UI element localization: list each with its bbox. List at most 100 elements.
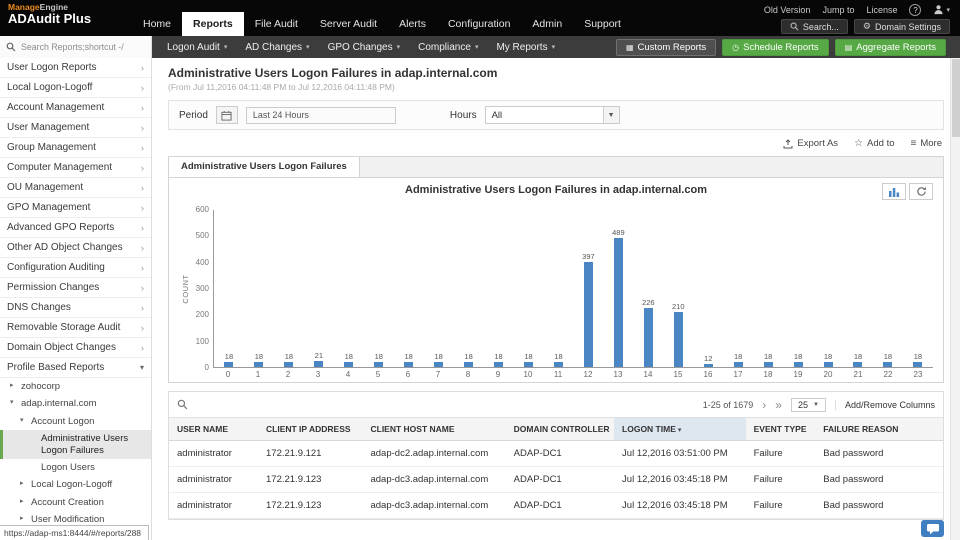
nav-alerts[interactable]: Alerts xyxy=(388,12,437,36)
bar-hour-10[interactable]: 18 xyxy=(514,352,544,367)
bar-hour-23[interactable]: 18 xyxy=(903,352,933,367)
sidebar-item-user-management[interactable]: User Management› xyxy=(0,118,151,138)
bar-hour-1[interactable]: 18 xyxy=(244,352,274,367)
bar-hour-2[interactable]: 18 xyxy=(274,352,304,367)
last-page-button[interactable]: » xyxy=(775,399,782,411)
tab-administrative-users-logon-failures[interactable]: Administrative Users Logon Failures xyxy=(169,157,360,177)
bar-hour-6[interactable]: 18 xyxy=(394,352,424,367)
tree-item-account-logon[interactable]: ▾Account Logon xyxy=(0,413,151,430)
add-to-button[interactable]: ☆ Add to xyxy=(854,138,894,149)
sidebar-item-advanced-gpo-reports[interactable]: Advanced GPO Reports› xyxy=(0,218,151,238)
col-domain-controller[interactable]: DOMAIN CONTROLLER xyxy=(506,418,614,441)
menu-ad-changes[interactable]: AD Changes▾ xyxy=(236,42,318,53)
aggregate-reports-button[interactable]: ▤Aggregate Reports xyxy=(835,39,946,56)
bar-hour-4[interactable]: 18 xyxy=(334,352,364,367)
period-input[interactable]: Last 24 Hours xyxy=(246,107,396,124)
link-old-version[interactable]: Old Version xyxy=(764,5,811,15)
link-license[interactable]: License xyxy=(866,5,897,15)
bar-hour-22[interactable]: 18 xyxy=(873,352,903,367)
calendar-button[interactable] xyxy=(216,106,238,124)
table-row[interactable]: administrator172.21.9.123adap-dc3.adap.i… xyxy=(169,467,943,493)
hours-select[interactable]: All ▼ xyxy=(485,106,620,124)
vertical-scrollbar[interactable] xyxy=(950,58,960,540)
add-remove-columns-button[interactable]: Add/Remove Columns xyxy=(835,400,935,410)
tree-item-account-creation[interactable]: ▸Account Creation xyxy=(0,494,151,511)
link-jump-to[interactable]: Jump to xyxy=(822,5,854,15)
col-client-ip-address[interactable]: CLIENT IP ADDRESS xyxy=(258,418,362,441)
sidebar-item-dns-changes[interactable]: DNS Changes› xyxy=(0,298,151,318)
tree-item-adap-internal-com[interactable]: ▾adap.internal.com xyxy=(0,395,151,412)
chat-button[interactable] xyxy=(921,520,944,537)
menu-logon-audit[interactable]: Logon Audit▾ xyxy=(158,42,236,53)
bar-hour-9[interactable]: 18 xyxy=(484,352,514,367)
bar-hour-18[interactable]: 18 xyxy=(753,352,783,367)
bar-hour-3[interactable]: 21 xyxy=(304,351,334,367)
next-page-button[interactable]: › xyxy=(762,399,766,411)
menu-gpo-changes[interactable]: GPO Changes▾ xyxy=(319,42,410,53)
sidebar-item-other-ad-object-changes[interactable]: Other AD Object Changes› xyxy=(0,238,151,258)
table-row[interactable]: administrator172.21.9.123adap-dc3.adap.i… xyxy=(169,493,943,519)
table-row[interactable]: administrator172.21.9.121adap-dc2.adap.i… xyxy=(169,441,943,467)
help-icon[interactable]: ? xyxy=(909,4,921,16)
x-tick-5: 5 xyxy=(363,370,393,379)
sidebar-item-group-management[interactable]: Group Management› xyxy=(0,138,151,158)
schedule-reports-button[interactable]: ◷Schedule Reports xyxy=(722,39,829,56)
sidebar-item-removable-storage-audit[interactable]: Removable Storage Audit› xyxy=(0,318,151,338)
col-logon-time[interactable]: LOGON TIME ▾ xyxy=(614,418,746,441)
bar-hour-0[interactable]: 18 xyxy=(214,352,244,367)
nav-support[interactable]: Support xyxy=(573,12,632,36)
sidebar-item-ou-management[interactable]: OU Management› xyxy=(0,178,151,198)
sidebar-item-profile-based-reports[interactable]: Profile Based Reports▾ xyxy=(0,358,151,378)
sidebar-item-gpo-management[interactable]: GPO Management› xyxy=(0,198,151,218)
bar-hour-16[interactable]: 12 xyxy=(693,354,723,367)
sidebar-item-computer-management[interactable]: Computer Management› xyxy=(0,158,151,178)
chart-refresh-button[interactable] xyxy=(909,183,933,200)
bar-hour-21[interactable]: 18 xyxy=(843,352,873,367)
table-search-icon[interactable] xyxy=(177,399,188,410)
col-client-host-name[interactable]: CLIENT HOST NAME xyxy=(362,418,505,441)
tree-item-zohocorp[interactable]: ▸zohocorp xyxy=(0,378,151,395)
bar-hour-19[interactable]: 18 xyxy=(783,352,813,367)
more-button[interactable]: ≡ More xyxy=(911,138,943,149)
domain-settings[interactable]: ⚙ Domain Settings xyxy=(854,19,950,34)
bar-hour-8[interactable]: 18 xyxy=(454,352,484,367)
col-user-name[interactable]: USER NAME xyxy=(169,418,258,441)
sidebar-item-local-logon-logoff[interactable]: Local Logon-Logoff› xyxy=(0,78,151,98)
chevron-right-icon: › xyxy=(141,63,144,73)
bar-hour-11[interactable]: 18 xyxy=(543,352,573,367)
page-size-select[interactable]: 25 ▼ xyxy=(791,398,826,412)
bar-hour-20[interactable]: 18 xyxy=(813,352,843,367)
bar-hour-7[interactable]: 18 xyxy=(424,352,454,367)
sidebar-item-configuration-auditing[interactable]: Configuration Auditing› xyxy=(0,258,151,278)
scrollbar-thumb[interactable] xyxy=(952,59,960,137)
nav-file-audit[interactable]: File Audit xyxy=(244,12,309,36)
nav-reports[interactable]: Reports xyxy=(182,12,244,36)
global-search[interactable]: Search... xyxy=(781,19,848,34)
col-failure-reason[interactable]: FAILURE REASON xyxy=(815,418,943,441)
bar-hour-13[interactable]: 489 xyxy=(603,228,633,367)
bar-hour-17[interactable]: 18 xyxy=(723,352,753,367)
sidebar-item-user-logon-reports[interactable]: User Logon Reports› xyxy=(0,58,151,78)
tree-item-local-logon-logoff[interactable]: ▸Local Logon-Logoff xyxy=(0,476,151,493)
bar-hour-14[interactable]: 226 xyxy=(633,298,663,368)
sidebar-item-permission-changes[interactable]: Permission Changes› xyxy=(0,278,151,298)
sidebar-item-account-management[interactable]: Account Management› xyxy=(0,98,151,118)
custom-reports-button[interactable]: ▦Custom Reports xyxy=(616,39,716,56)
report-search-input[interactable]: Search Reports;shortcut -/ xyxy=(0,36,152,58)
nav-server-audit[interactable]: Server Audit xyxy=(309,12,388,36)
tree-item-logon-users[interactable]: Logon Users xyxy=(0,459,151,476)
chart-type-button[interactable] xyxy=(882,183,906,200)
col-event-type[interactable]: EVENT TYPE xyxy=(746,418,816,441)
bar-hour-15[interactable]: 210 xyxy=(663,302,693,367)
menu-my-reports[interactable]: My Reports▾ xyxy=(487,42,564,53)
sidebar-item-domain-object-changes[interactable]: Domain Object Changes› xyxy=(0,338,151,358)
bar-hour-12[interactable]: 397 xyxy=(573,252,603,367)
nav-home[interactable]: Home xyxy=(132,12,182,36)
nav-admin[interactable]: Admin xyxy=(521,12,573,36)
bar-hour-5[interactable]: 18 xyxy=(364,352,394,367)
tree-item-administrative-users-logon-failures[interactable]: Administrative Users Logon Failures xyxy=(0,430,151,459)
user-menu[interactable]: ▾ xyxy=(933,4,950,15)
menu-compliance[interactable]: Compliance▾ xyxy=(409,42,487,53)
export-as-button[interactable]: Export As xyxy=(783,138,838,149)
nav-configuration[interactable]: Configuration xyxy=(437,12,521,36)
